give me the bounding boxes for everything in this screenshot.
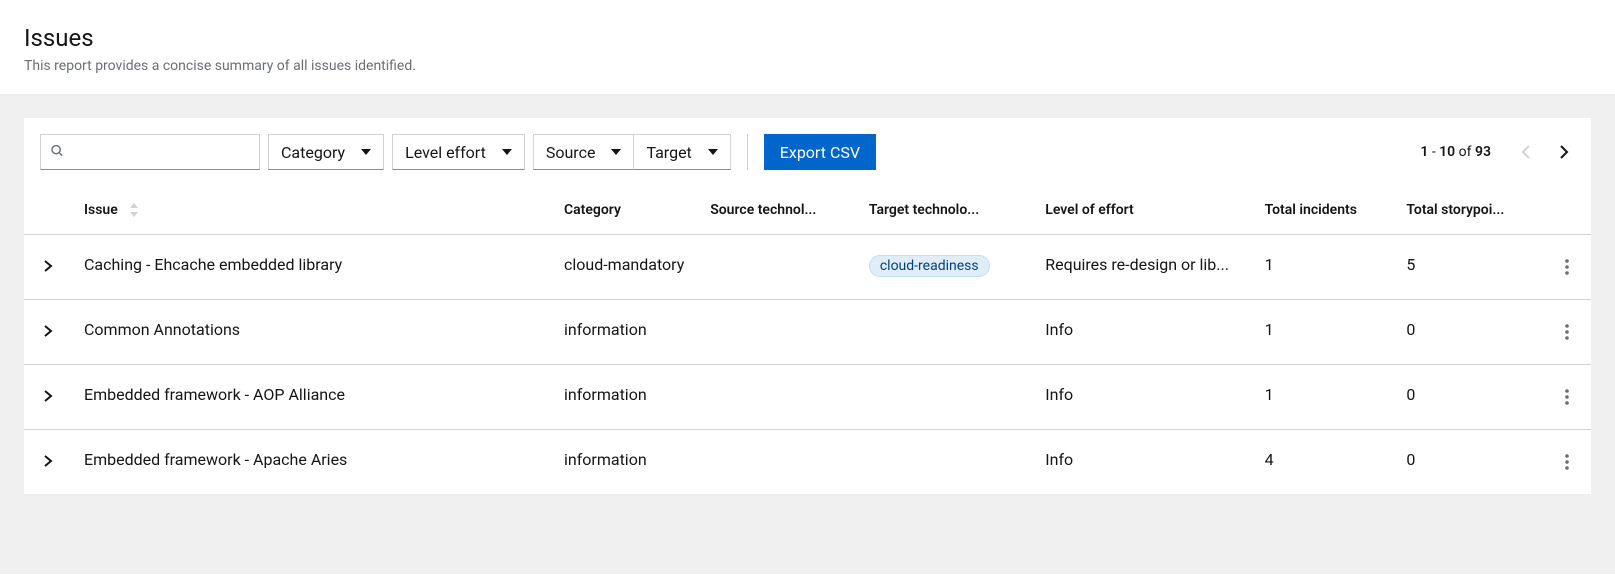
cell-category: information [552,365,698,430]
chevron-right-icon [43,259,53,273]
source-filter[interactable]: Source [533,134,634,170]
level-effort-filter[interactable]: Level effort [392,134,525,170]
cell-issue: Embedded framework - Apache Aries [72,430,552,495]
cell-total-incidents: 1 [1253,365,1395,430]
cell-target-tech: cloud-readiness [857,235,1033,300]
row-actions-button[interactable] [1561,255,1573,279]
cell-target-tech [857,430,1033,495]
cell-issue: Caching - Ehcache embedded library [72,235,552,300]
kebab-icon [1565,454,1569,470]
cell-category: information [552,430,698,495]
export-csv-button[interactable]: Export CSV [764,134,876,170]
cell-category: cloud-mandatory [552,235,698,300]
column-header-category: Category [552,186,698,235]
cell-category: information [552,300,698,365]
cell-level-effort: Requires re-design or lib... [1033,235,1252,300]
cell-target-tech [857,365,1033,430]
column-header-issue-label: Issue [84,202,118,218]
page-subtitle: This report provides a concise summary o… [24,58,1591,74]
pagination-total: 93 [1475,144,1491,160]
issues-card: Category Level effort Source Target Expo… [24,118,1591,494]
cell-total-storypoints: 5 [1394,235,1543,300]
caret-down-icon [502,149,512,155]
cell-level-effort: Info [1033,365,1252,430]
row-actions-button[interactable] [1561,320,1573,344]
category-filter-label: Category [281,143,345,162]
caret-down-icon [611,149,621,155]
cell-level-effort: Info [1033,300,1252,365]
expand-row-button[interactable] [39,385,57,407]
cell-total-incidents: 1 [1253,300,1395,365]
cell-issue: Common Annotations [72,300,552,365]
kebab-icon [1565,259,1569,275]
cell-level-effort: Info [1033,430,1252,495]
cell-total-incidents: 1 [1253,235,1395,300]
target-filter-label: Target [646,143,691,162]
chevron-left-icon [1521,145,1531,159]
target-tech-badge: cloud-readiness [869,255,990,277]
target-filter[interactable]: Target [633,134,730,170]
category-filter[interactable]: Category [268,134,384,170]
pagination-range-end: 10 [1439,144,1455,160]
row-actions-button[interactable] [1561,450,1573,474]
cell-issue: Embedded framework - AOP Alliance [72,365,552,430]
cell-total-storypoints: 0 [1394,300,1543,365]
cell-source-tech [698,235,857,300]
chevron-right-icon [43,324,53,338]
cell-target-tech [857,300,1033,365]
pagination-prev-button[interactable] [1515,139,1537,165]
caret-down-icon [708,149,718,155]
kebab-icon [1565,389,1569,405]
chevron-right-icon [1559,145,1569,159]
column-header-level-effort: Level of effort [1033,186,1252,235]
caret-down-icon [361,149,371,155]
row-actions-button[interactable] [1561,385,1573,409]
pagination-range-start: 1 [1420,144,1428,160]
kebab-icon [1565,324,1569,340]
source-filter-label: Source [546,143,596,162]
chevron-right-icon [43,454,53,468]
cell-total-incidents: 4 [1253,430,1395,495]
search-input[interactable] [40,134,260,170]
issues-table: Issue Category Source technol... Target … [24,186,1591,494]
column-header-source-tech: Source technol... [698,186,857,235]
pagination-of-label: of [1459,144,1472,160]
table-row: Embedded framework - Apache Ariesinforma… [24,430,1591,495]
column-header-issue[interactable]: Issue [72,186,552,235]
cell-total-storypoints: 0 [1394,430,1543,495]
cell-source-tech [698,365,857,430]
expand-row-button[interactable] [39,450,57,472]
toolbar: Category Level effort Source Target Expo… [24,118,1591,186]
expand-row-button[interactable] [39,255,57,277]
column-header-target-tech: Target technolo... [857,186,1033,235]
page-title: Issues [24,24,1591,52]
sort-icon [129,203,139,217]
level-effort-filter-label: Level effort [405,143,486,162]
chevron-right-icon [43,389,53,403]
table-row: Caching - Ehcache embedded librarycloud-… [24,235,1591,300]
toolbar-divider [747,134,748,170]
cell-source-tech [698,430,857,495]
expand-row-button[interactable] [39,320,57,342]
table-row: Embedded framework - AOP Allianceinforma… [24,365,1591,430]
pagination-next-button[interactable] [1553,139,1575,165]
cell-source-tech [698,300,857,365]
pagination-range-dropdown[interactable]: 1 - 10 of 93 [1420,144,1499,160]
column-header-total-incidents: Total incidents [1253,186,1395,235]
table-row: Common Annotationsinformation Info10 [24,300,1591,365]
column-header-total-storypoints: Total storypoi... [1394,186,1543,235]
cell-total-storypoints: 0 [1394,365,1543,430]
